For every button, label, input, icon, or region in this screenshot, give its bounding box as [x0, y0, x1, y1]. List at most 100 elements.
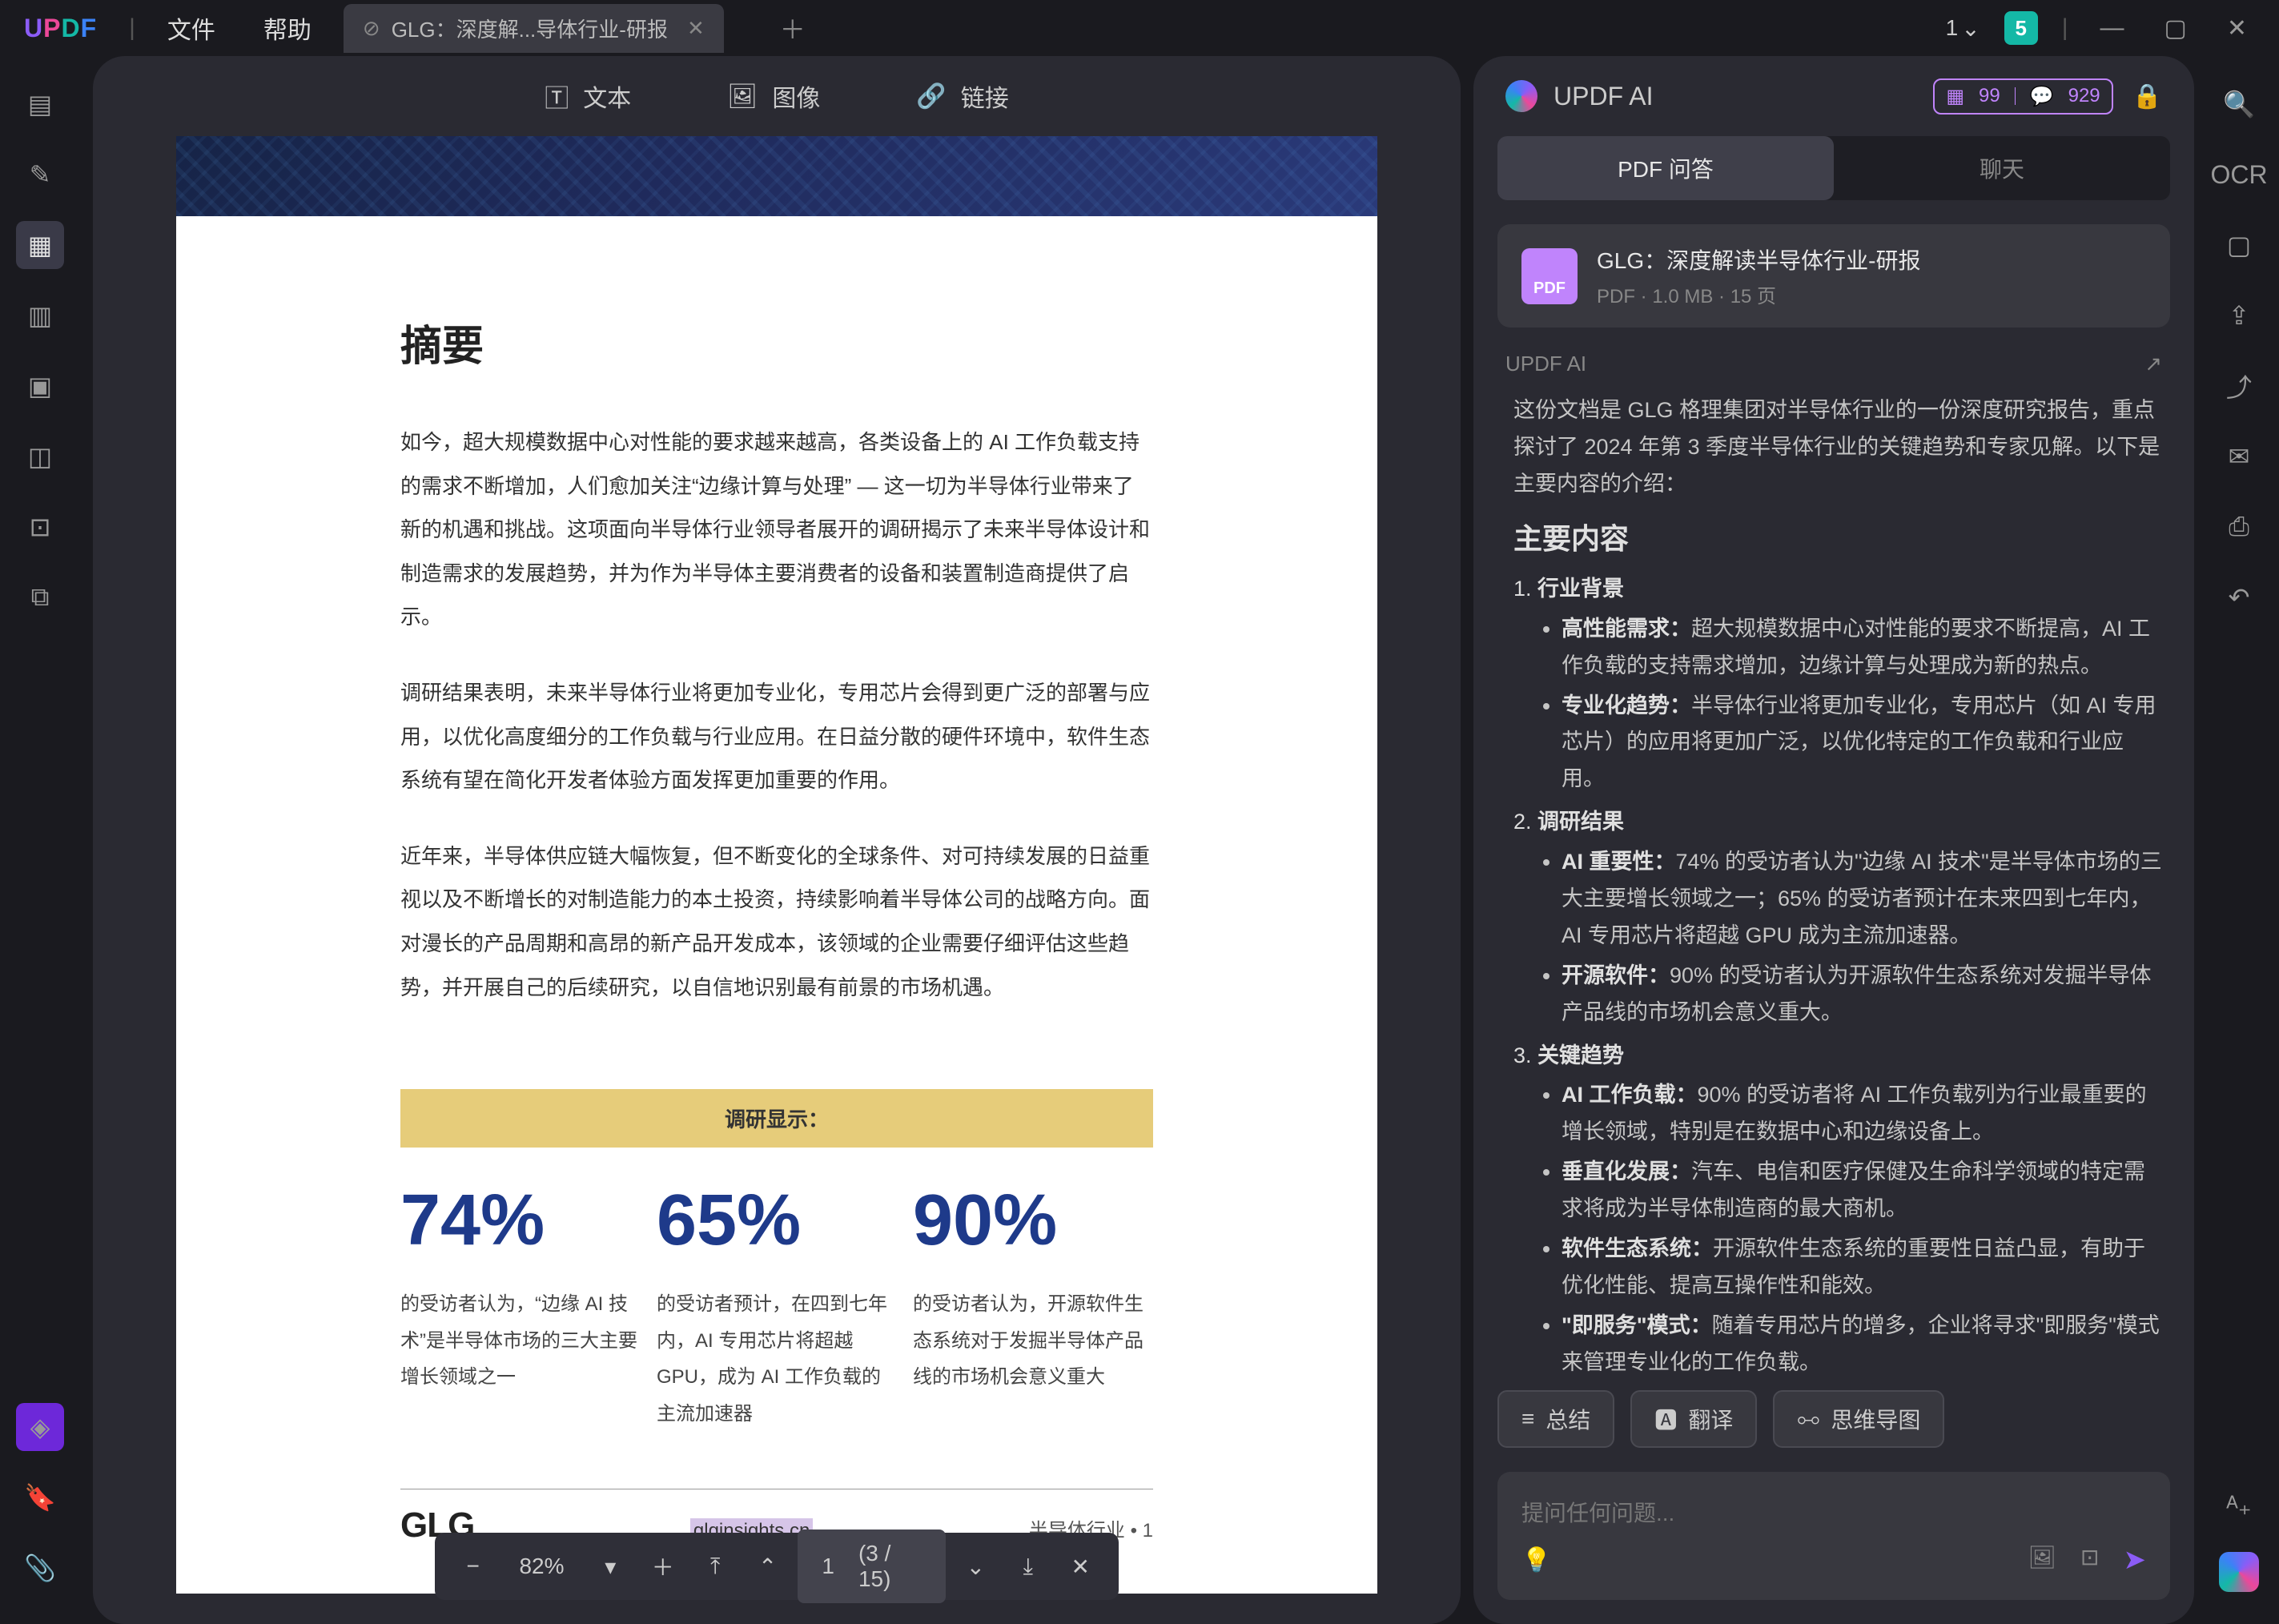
- doc-token-icon: ▦: [1946, 85, 1964, 108]
- document-viewport[interactable]: 摘要 如今，超大规模数据中心对性能的要求越来越高，各类设备上的 AI 工作负载支…: [93, 136, 1461, 1624]
- new-tab-button[interactable]: ＋: [780, 10, 806, 46]
- pdf-file-icon: PDF: [1521, 248, 1578, 304]
- close-window-button[interactable]: ✕: [2219, 14, 2255, 42]
- page-heading: 摘要: [400, 312, 1153, 372]
- ai-section: 关键趋势AI 工作负载：90% 的受访者将 AI 工作负载列为行业最重要的增长领…: [1513, 1038, 2162, 1374]
- menu-file[interactable]: 文件: [167, 10, 215, 46]
- mindmap-button[interactable]: ⧟思维导图: [1773, 1390, 1944, 1448]
- ai-input-field[interactable]: 提问任何问题...: [1521, 1496, 2146, 1544]
- zoom-in-button[interactable]: ＋: [641, 1542, 685, 1590]
- ai-input[interactable]: 提问任何问题... 💡 🖼 ⊡ ➤: [1497, 1472, 2170, 1600]
- app-logo: UPDF: [24, 14, 97, 43]
- first-page-button[interactable]: ⤒: [693, 1542, 737, 1590]
- stat-desc: 的受访者预计，在四到七年内，AI 专用芯片将超越 GPU，成为 AI 工作负载的…: [657, 1286, 897, 1432]
- bookmark-tool[interactable]: 🔖: [16, 1473, 64, 1521]
- summary-button[interactable]: ≡总结: [1497, 1390, 1614, 1448]
- ai-section: 行业背景高性能需求：超大规模数据中心对性能的要求不断提高，AI 工作负载的支持需…: [1513, 571, 2162, 798]
- menu-help[interactable]: 帮助: [263, 10, 312, 46]
- ai-bullet: 专业化趋势：半导体行业将更加专业化，专用芯片（如 AI 专用芯片）的应用将更加广…: [1562, 688, 2162, 798]
- divider: |: [129, 14, 135, 42]
- phone-tool[interactable]: ▢: [2215, 221, 2263, 269]
- last-page-button[interactable]: ⤓: [1006, 1542, 1050, 1590]
- zoom-bar: − 82% ▾ ＋ ⤒ ⌃ 1 (3 / 15) ⌄ ⤓ ✕: [435, 1533, 1119, 1600]
- translate-icon: 🅰: [1654, 1403, 1677, 1435]
- edit-tool[interactable]: ▦: [16, 221, 64, 269]
- image-icon: 🖼: [727, 82, 758, 111]
- maximize-button[interactable]: ▢: [2156, 14, 2195, 42]
- zoom-value[interactable]: 82%: [503, 1554, 580, 1579]
- lock-icon[interactable]: 🔒: [2132, 82, 2162, 111]
- annotate-tool[interactable]: ✎: [16, 151, 64, 199]
- link-icon: 🔗: [916, 82, 946, 111]
- survey-banner: 调研显示：: [400, 1089, 1153, 1148]
- share-tool[interactable]: ⤴: [2215, 362, 2263, 410]
- print-tool[interactable]: ⎙: [2215, 503, 2263, 551]
- ai-logo-icon: [1505, 80, 1537, 112]
- left-toolbar: ▤ ✎ ▦ ▥ ▣ ◫ ⊡ ⧉ ◈ 🔖 📎: [0, 56, 80, 1624]
- close-zoombar-button[interactable]: ✕: [1059, 1542, 1103, 1590]
- redact-tool[interactable]: ◫: [16, 432, 64, 480]
- ai-doc-meta: PDF · 1.0 MB · 15 页: [1597, 280, 1920, 308]
- export-tool[interactable]: ⇪: [2215, 291, 2263, 340]
- ai-response: 这份文档是 GLG 格理集团对半导体行业的一份深度研究报告，重点探讨了 2024…: [1473, 376, 2194, 1374]
- open-external-icon[interactable]: ↗: [2144, 352, 2162, 376]
- tab-chat[interactable]: 聊天: [1834, 136, 2170, 200]
- right-toolbar: 🔍 OCR ▢ ⇪ ⤴ ✉ ⎙ ↶ ᴬ₊: [2199, 56, 2279, 1624]
- stat-block: 74% 的受访者认为，“边缘 AI 技术”是半导体市场的三大主要增长领域之一: [400, 1180, 641, 1432]
- link-break-icon: ⊘: [363, 16, 380, 41]
- chevron-down-icon: ⌄: [1961, 15, 1980, 42]
- ai-doc-card[interactable]: PDF GLG：深度解读半导体行业-研报 PDF · 1.0 MB · 15 页: [1497, 224, 2170, 328]
- text-icon: 🅃: [545, 78, 569, 114]
- user-avatar[interactable]: 5: [2004, 11, 2038, 45]
- chat-token-icon: 💬: [2030, 85, 2054, 108]
- close-tab-icon[interactable]: ✕: [687, 16, 705, 41]
- ocr-tool[interactable]: OCR: [2215, 151, 2263, 199]
- ai-doc-name: GLG：深度解读半导体行业-研报: [1597, 243, 1920, 275]
- minimize-button[interactable]: —: [2092, 14, 2132, 42]
- page-paragraph: 近年来，半导体供应链大幅恢复，但不断变化的全球条件、对可持续发展的日益重视以及不…: [400, 834, 1153, 1009]
- attachment-tool[interactable]: 📎: [16, 1544, 64, 1592]
- translate-button[interactable]: 🅰翻译: [1630, 1390, 1757, 1448]
- stat-number: 65%: [657, 1180, 897, 1262]
- send-icon[interactable]: ➤: [2124, 1544, 2147, 1576]
- search-tool[interactable]: 🔍: [2215, 80, 2263, 128]
- email-tool[interactable]: ✉: [2215, 432, 2263, 480]
- ai-bullet: 软件生态系统：开源软件生态系统的重要性日益凸显，有助于优化性能、提高互操作性和能…: [1562, 1231, 2162, 1304]
- edit-image-button[interactable]: 🖼图像: [727, 78, 820, 114]
- mindmap-icon: ⧟: [1797, 1406, 1819, 1433]
- stat-block: 90% 的受访者认为，开源软件生态系统对于发掘半导体产品线的市场机会意义重大: [913, 1180, 1153, 1432]
- ai-h2: 主要内容: [1513, 514, 2162, 563]
- ai-panel: UPDF AI ▦99 💬929 🔒 PDF 问答 聊天 PDF GLG：深度解…: [1473, 56, 2194, 1624]
- pdf-page: 摘要 如今，超大规模数据中心对性能的要求越来越高，各类设备上的 AI 工作负载支…: [176, 136, 1377, 1594]
- tab-pdf-qa[interactable]: PDF 问答: [1497, 136, 1834, 200]
- crop-tool[interactable]: ⊡: [16, 503, 64, 551]
- ai-bullet: 开源软件：90% 的受访者认为开源软件生态系统对发掘半导体产品线的市场机会意义重…: [1562, 958, 2162, 1031]
- crop-attach-icon[interactable]: ⊡: [2080, 1544, 2099, 1576]
- ai-bullet: AI 重要性：74% 的受访者认为"边缘 AI 技术"是半导体市场的三大主要增长…: [1562, 844, 2162, 955]
- hint-icon[interactable]: 💡: [1521, 1546, 1551, 1574]
- edit-text-button[interactable]: 🅃文本: [545, 78, 631, 114]
- ai-bullet: 高性能需求：超大规模数据中心对性能的要求不断提高，AI 工作负载的支持需求增加，…: [1562, 611, 2162, 685]
- form-tool[interactable]: ▣: [16, 362, 64, 410]
- edit-link-button[interactable]: 🔗链接: [916, 78, 1008, 114]
- next-page-button[interactable]: ⌄: [954, 1542, 998, 1590]
- ai-panel-toggle[interactable]: [2219, 1552, 2259, 1592]
- reader-tool[interactable]: ▤: [16, 80, 64, 128]
- token-badge[interactable]: ▦99 💬929: [1933, 78, 2112, 115]
- layers-tool[interactable]: ◈: [16, 1403, 64, 1451]
- tab-count[interactable]: 1 ⌄: [1946, 15, 1980, 42]
- page-indicator[interactable]: 1 (3 / 15): [798, 1530, 945, 1603]
- translate-doc-tool[interactable]: ᴬ₊: [2215, 1481, 2263, 1530]
- undo-tool[interactable]: ↶: [2215, 573, 2263, 621]
- compare-tool[interactable]: ⧉: [16, 573, 64, 621]
- zoom-dropdown[interactable]: ▾: [589, 1542, 633, 1590]
- prev-page-button[interactable]: ⌃: [746, 1542, 790, 1590]
- list-icon: ≡: [1521, 1406, 1534, 1432]
- zoom-out-button[interactable]: −: [451, 1542, 495, 1590]
- image-attach-icon[interactable]: 🖼: [2028, 1544, 2056, 1576]
- organize-tool[interactable]: ▥: [16, 291, 64, 340]
- page-paragraph: 调研结果表明，未来半导体行业将更加专业化，专用芯片会得到更广泛的部署与应用，以优…: [400, 671, 1153, 802]
- document-tab[interactable]: ⊘ GLG：深度解...导体行业-研报 ✕: [344, 4, 724, 53]
- stat-number: 74%: [400, 1180, 641, 1262]
- tab-title: GLG：深度解...导体行业-研报: [392, 14, 668, 43]
